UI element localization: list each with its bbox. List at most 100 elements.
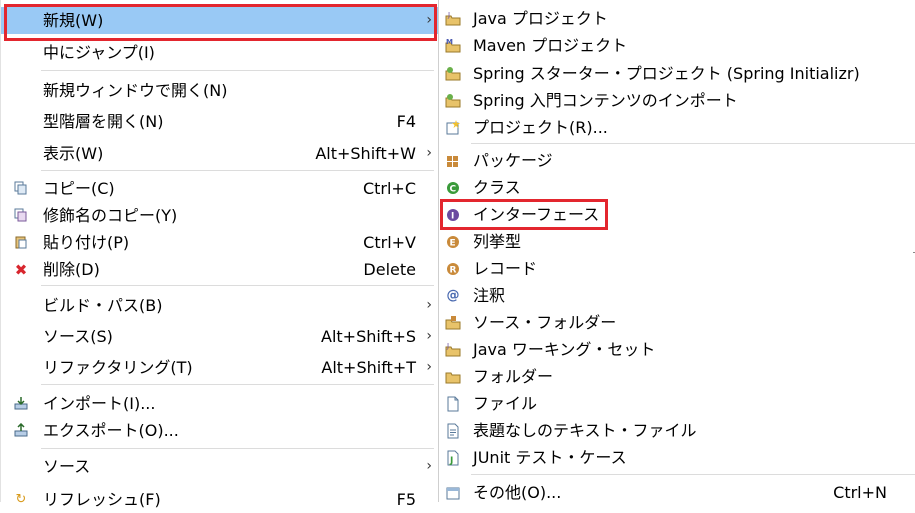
- submenu-item-label: JUnit テスト・ケース: [473, 448, 627, 467]
- menu-separator: [41, 70, 434, 71]
- svg-text:I: I: [451, 212, 454, 222]
- import-icon: [13, 396, 29, 412]
- package-icon: [445, 153, 461, 169]
- menu-separator: [41, 285, 434, 286]
- menu-item-label: ビルド・パス(B): [43, 296, 163, 315]
- menu-item-shortcut: Ctrl+C: [362, 179, 416, 198]
- menu-separator: [471, 474, 915, 475]
- menu-item-label: 貼り付け(P): [43, 233, 130, 252]
- other-wizard-icon: [445, 485, 461, 501]
- submenu-item-spring-import[interactable]: Spring 入門コンテンツのインポート: [439, 87, 915, 114]
- svg-text:J: J: [447, 11, 450, 19]
- submenu-item-junit-test-case[interactable]: J JUnit テスト・ケース: [439, 444, 915, 471]
- submenu-item-label: 注釈: [473, 286, 506, 305]
- spring-starter-icon: [445, 66, 461, 82]
- menu-item-shortcut: Delete: [363, 260, 416, 279]
- menu-item-new[interactable]: 新規(W) ›: [1, 7, 438, 34]
- maven-project-icon: M: [445, 38, 461, 54]
- menu-item-shortcut: F4: [396, 112, 416, 131]
- menu-item-shortcut: F5: [396, 490, 416, 509]
- submenu-item-label: 表題なしのテキスト・ファイル: [473, 421, 697, 440]
- menu-item-source[interactable]: ソース(S) Alt+Shift+S ›: [1, 323, 438, 350]
- submenu-item-label: ファイル: [473, 394, 538, 413]
- menu-item-label: 中にジャンプ(I): [43, 43, 155, 62]
- menu-item-label: コピー(C): [43, 179, 115, 198]
- submenu-item-record[interactable]: R レコード: [439, 255, 915, 282]
- submenu-item-maven-project[interactable]: M Maven プロジェクト: [439, 32, 915, 59]
- submenu-item-label: インターフェース: [473, 205, 600, 224]
- submenu-item-label: クラス: [473, 178, 521, 197]
- svg-text:R: R: [450, 266, 457, 276]
- menu-item-export[interactable]: エクスポート(O)...: [1, 417, 438, 444]
- menu-item-delete[interactable]: ✖ 削除(D) Delete: [1, 256, 438, 283]
- chevron-right-icon: ›: [426, 145, 432, 161]
- menu-item-label: 表示(W): [43, 144, 104, 163]
- svg-text:M: M: [446, 38, 453, 46]
- chevron-right-icon: ›: [426, 458, 432, 474]
- menu-item-label: ソース(S): [43, 327, 113, 346]
- untitled-text-file-icon: [445, 423, 461, 439]
- menu-item-shortcut: Alt+Shift+S: [321, 327, 416, 346]
- submenu-item-java-working-set[interactable]: J Java ワーキング・セット: [439, 336, 915, 363]
- copy-qualified-icon: [13, 208, 29, 224]
- submenu-item-label: パッケージ: [473, 151, 553, 170]
- submenu-item-project[interactable]: プロジェクト(R)...: [439, 114, 915, 141]
- submenu-item-label: レコード: [473, 259, 538, 278]
- enum-icon: E: [445, 234, 461, 250]
- chevron-right-icon: ›: [426, 359, 432, 375]
- chevron-right-icon: ›: [426, 12, 432, 28]
- menu-item-label: リファクタリング(T): [43, 358, 193, 377]
- submenu-item-annotation[interactable]: @ 注釈: [439, 282, 915, 309]
- menu-item-copy[interactable]: コピー(C) Ctrl+C: [1, 175, 438, 202]
- submenu-item-folder[interactable]: フォルダー: [439, 363, 915, 390]
- menu-separator: [41, 448, 434, 449]
- context-menu: 新規(W) › 中にジャンプ(I) 新規ウィンドウで開く(N) 型階層を開く(N…: [0, 0, 439, 509]
- menu-item-go-into[interactable]: 中にジャンプ(I): [1, 39, 438, 66]
- menu-item-build-path[interactable]: ビルド・パス(B) ›: [1, 292, 438, 319]
- menu-item-label: エクスポート(O)...: [43, 421, 179, 440]
- junit-test-case-icon: J: [445, 450, 461, 466]
- menu-item-source-2[interactable]: ソース ›: [1, 453, 438, 480]
- menu-item-open-type-hierarchy[interactable]: 型階層を開く(N) F4: [1, 108, 438, 135]
- submenu-item-label: 列挙型: [473, 232, 522, 251]
- menu-item-label: 型階層を開く(N): [43, 112, 164, 131]
- submenu-item-label: Spring スターター・プロジェクト (Spring Initializr): [473, 64, 860, 83]
- submenu-item-source-folder[interactable]: ソース・フォルダー: [439, 309, 915, 336]
- source-folder-icon: [445, 315, 461, 331]
- menu-item-shortcut: Ctrl+V: [363, 233, 416, 252]
- menu-item-refresh[interactable]: ↻ リフレッシュ(F) F5: [1, 486, 438, 513]
- submenu-item-untitled-text-file[interactable]: 表題なしのテキスト・ファイル: [439, 417, 915, 444]
- menu-item-show-in[interactable]: 表示(W) Alt+Shift+W ›: [1, 140, 438, 167]
- menu-item-label: 修飾名のコピー(Y): [43, 206, 178, 225]
- project-icon: [445, 120, 461, 136]
- folder-icon: [445, 369, 461, 385]
- chevron-right-icon: ›: [426, 297, 432, 313]
- submenu-item-file[interactable]: ファイル: [439, 390, 915, 417]
- submenu-item-package[interactable]: パッケージ: [439, 147, 915, 174]
- menu-item-shortcut: Alt+Shift+T: [321, 358, 416, 377]
- submenu-item-class[interactable]: C クラス: [439, 174, 915, 201]
- submenu-item-java-project[interactable]: J Java プロジェクト: [439, 5, 915, 32]
- delete-icon: ✖: [14, 261, 28, 279]
- record-icon: R: [445, 261, 461, 277]
- menu-item-open-new-window[interactable]: 新規ウィンドウで開く(N): [1, 77, 438, 104]
- spring-import-icon: [445, 93, 461, 109]
- menu-item-label: ソース: [43, 457, 91, 476]
- paste-icon: [13, 235, 29, 251]
- menu-item-copy-qualified-name[interactable]: 修飾名のコピー(Y): [1, 202, 438, 229]
- menu-item-refactor[interactable]: リファクタリング(T) Alt+Shift+T ›: [1, 354, 438, 381]
- svg-text:E: E: [450, 239, 456, 249]
- working-set-icon: J: [445, 342, 461, 358]
- menu-item-label: 新規ウィンドウで開く(N): [43, 81, 228, 100]
- submenu-item-interface[interactable]: I インターフェース: [439, 201, 915, 228]
- submenu-item-label: Spring 入門コンテンツのインポート: [473, 91, 738, 110]
- submenu-item-label: Java プロジェクト: [473, 9, 608, 28]
- submenu-item-label: フォルダー: [473, 367, 554, 386]
- menu-item-paste[interactable]: 貼り付け(P) Ctrl+V: [1, 229, 438, 256]
- submenu-item-enum[interactable]: E 列挙型: [439, 228, 915, 255]
- class-icon: C: [445, 180, 461, 196]
- chevron-right-icon: ›: [426, 328, 432, 344]
- menu-item-import[interactable]: インポート(I)...: [1, 390, 438, 417]
- submenu-item-label: Maven プロジェクト: [473, 36, 628, 55]
- submenu-item-spring-starter[interactable]: Spring スターター・プロジェクト (Spring Initializr): [439, 60, 915, 87]
